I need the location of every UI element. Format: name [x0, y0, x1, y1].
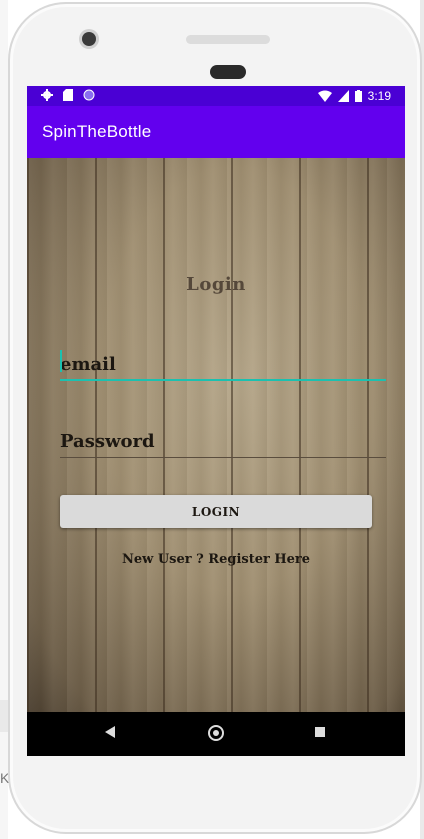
battery-icon: [354, 90, 362, 102]
email-underline: [60, 379, 386, 381]
login-heading: Login: [186, 274, 246, 295]
password-underline: [60, 457, 386, 458]
password-field[interactable]: [60, 426, 386, 456]
email-field-group: [60, 346, 386, 386]
back-icon[interactable]: [105, 726, 115, 738]
password-field-group: [60, 426, 386, 462]
device-screen: 3:19 SpinTheBottle Login LOGIN New User …: [27, 86, 405, 756]
editor-strip: [0, 700, 8, 732]
speaker-grille: [186, 35, 270, 44]
email-field[interactable]: [60, 346, 386, 382]
login-screen: Login LOGIN New User ? Register Here: [27, 158, 405, 712]
app-title: SpinTheBottle: [42, 122, 152, 141]
recents-icon[interactable]: [315, 727, 325, 737]
app-bar: SpinTheBottle: [27, 106, 405, 158]
register-link[interactable]: New User ? Register Here: [27, 552, 405, 567]
wifi-icon: [317, 90, 332, 102]
navigation-bar: [27, 712, 405, 756]
login-button[interactable]: LOGIN: [60, 495, 372, 528]
earpiece: [210, 65, 246, 79]
camera-icon: [82, 32, 96, 46]
status-bar: 3:19: [27, 86, 405, 106]
text-cursor: [60, 350, 62, 372]
signal-icon: [337, 90, 349, 102]
home-icon[interactable]: [208, 725, 224, 741]
status-time: 3:19: [367, 89, 391, 103]
sd-card-icon: [63, 89, 73, 101]
gear-icon: [41, 89, 53, 101]
circle-icon: [83, 89, 95, 101]
